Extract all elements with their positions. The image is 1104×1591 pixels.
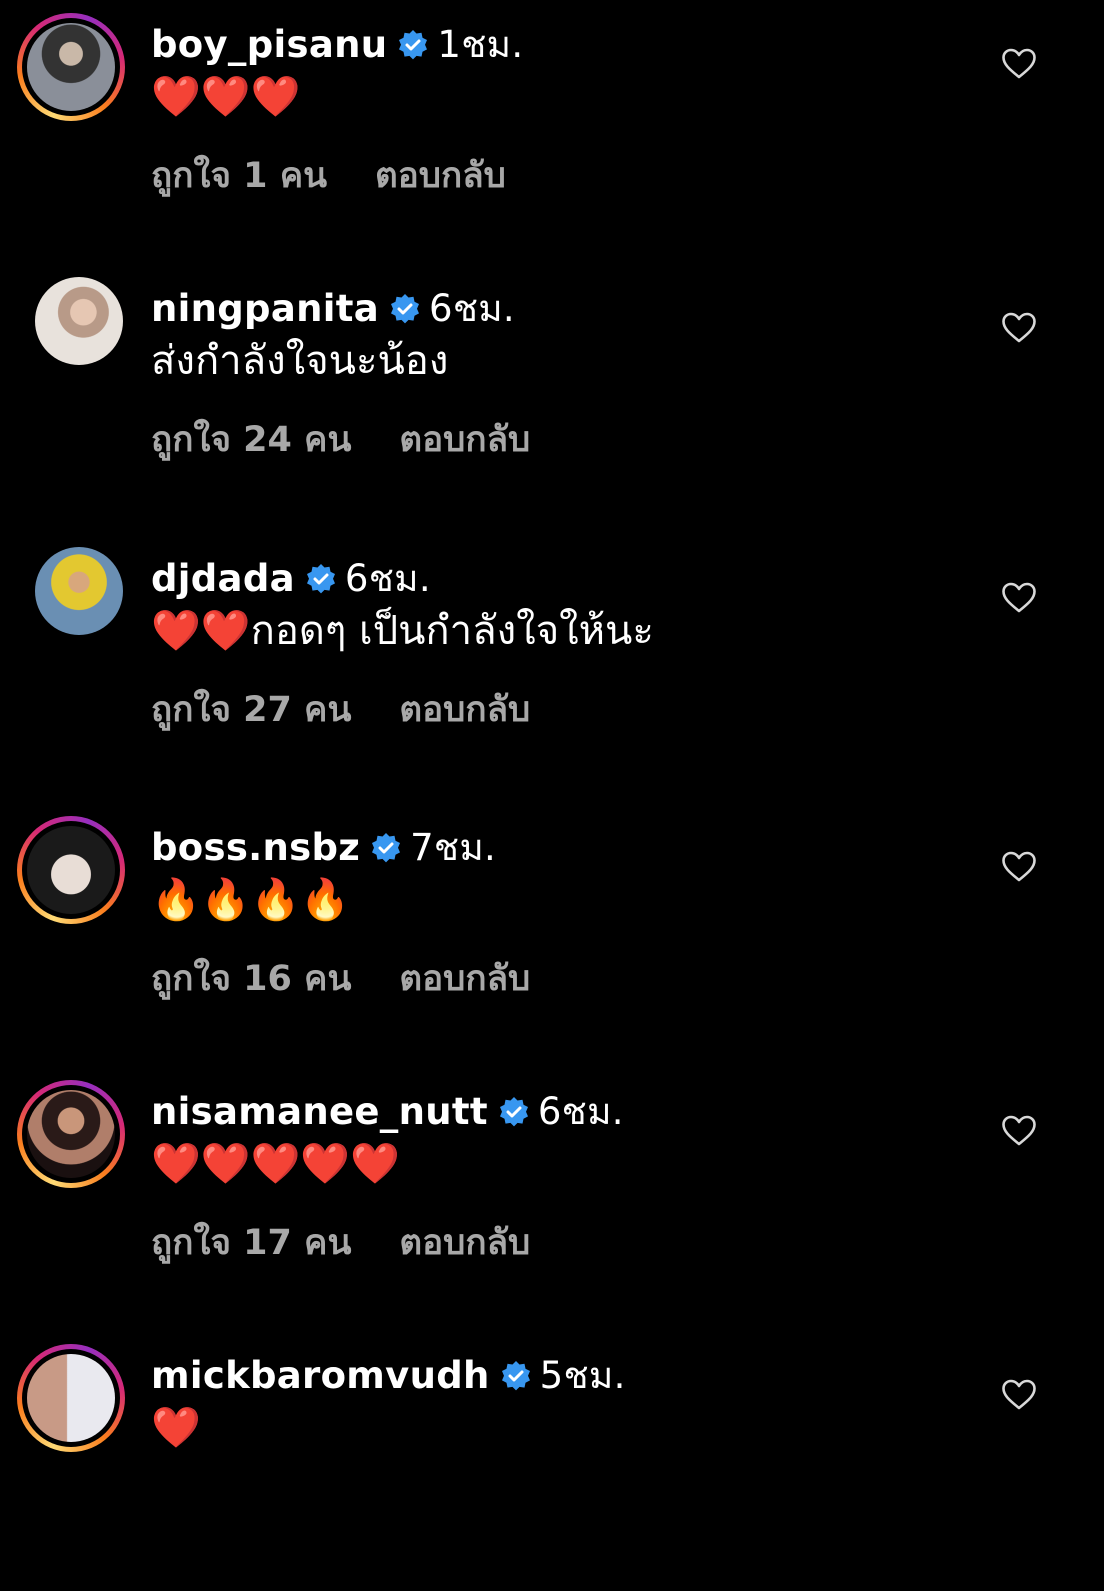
timestamp: 1ชม. bbox=[437, 23, 524, 66]
comment-item: djdada 6ชม. ❤️❤️กอดๆ เป็นกำลังใจให้นะ ถู… bbox=[0, 534, 1104, 794]
heart-outline-icon[interactable] bbox=[1001, 851, 1037, 883]
timestamp: 7ชม. bbox=[410, 826, 497, 869]
comment-meta: ถูกใจ 1 คน ตอบกลับ bbox=[151, 148, 506, 203]
like-count[interactable]: ถูกใจ 17 คน bbox=[151, 1223, 351, 1263]
comment-text: 🔥🔥🔥🔥 bbox=[151, 877, 351, 923]
comment-item: boss.nsbz 7ชม. 🔥🔥🔥🔥 ถูกใจ 16 คน ตอบกลับ bbox=[0, 803, 1104, 1063]
like-count[interactable]: ถูกใจ 16 คน bbox=[151, 959, 351, 999]
comment-meta: ถูกใจ 27 คน ตอบกลับ bbox=[151, 682, 530, 737]
heart-outline-icon[interactable] bbox=[1001, 1379, 1037, 1411]
comment-item: mickbaromvudh 5ชม. ❤️ bbox=[0, 1331, 1104, 1591]
comment-meta: ถูกใจ 16 คน ตอบกลับ bbox=[151, 951, 530, 1006]
comment-text: ส่งกำลังใจนะน้อง bbox=[151, 338, 449, 384]
comment-header: boy_pisanu 1ชม. bbox=[151, 15, 523, 74]
timestamp: 6ชม. bbox=[428, 287, 515, 330]
comment-item: ningpanita 6ชม. ส่งกำลังใจนะน้อง ถูกใจ 2… bbox=[0, 264, 1104, 524]
timestamp: 6ชม. bbox=[344, 557, 431, 600]
heart-outline-icon[interactable] bbox=[1001, 1115, 1037, 1147]
reply-button[interactable]: ตอบกลับ bbox=[399, 959, 530, 999]
comment-header: djdada 6ชม. bbox=[151, 549, 431, 608]
like-count[interactable]: ถูกใจ 1 คน bbox=[151, 156, 327, 196]
comment-text: ❤️❤️❤️ bbox=[151, 74, 301, 120]
reply-button[interactable]: ตอบกลับ bbox=[375, 156, 506, 196]
profile-photo bbox=[27, 1090, 115, 1178]
profile-photo bbox=[27, 23, 115, 111]
timestamp: 5ชม. bbox=[539, 1354, 626, 1397]
username[interactable]: djdada bbox=[151, 557, 295, 600]
like-count[interactable]: ถูกใจ 24 คน bbox=[151, 420, 351, 460]
reply-button[interactable]: ตอบกลับ bbox=[399, 420, 530, 460]
profile-photo bbox=[27, 1354, 115, 1442]
timestamp: 6ชม. bbox=[537, 1090, 624, 1133]
avatar[interactable] bbox=[17, 816, 125, 924]
avatar[interactable] bbox=[17, 13, 125, 121]
comment-item: nisamanee_nutt 6ชม. ❤️❤️❤️❤️❤️ ถูกใจ 17 … bbox=[0, 1067, 1104, 1327]
reply-button[interactable]: ตอบกลับ bbox=[399, 690, 530, 730]
verified-badge-icon bbox=[500, 1360, 532, 1392]
comment-header: nisamanee_nutt 6ชม. bbox=[151, 1082, 624, 1141]
verified-badge-icon bbox=[305, 563, 337, 595]
verified-badge-icon bbox=[389, 293, 421, 325]
heart-outline-icon[interactable] bbox=[1001, 582, 1037, 614]
username[interactable]: ningpanita bbox=[151, 287, 379, 330]
avatar[interactable] bbox=[17, 1344, 125, 1452]
verified-badge-icon bbox=[370, 832, 402, 864]
reply-button[interactable]: ตอบกลับ bbox=[399, 1223, 530, 1263]
avatar[interactable] bbox=[17, 1080, 125, 1188]
heart-outline-icon[interactable] bbox=[1001, 312, 1037, 344]
heart-outline-icon[interactable] bbox=[1001, 48, 1037, 80]
comment-text: ❤️ bbox=[151, 1405, 201, 1451]
comment-item: boy_pisanu 1ชม. ❤️❤️❤️ ถูกใจ 1 คน ตอบกลับ bbox=[0, 0, 1104, 260]
comment-text: ❤️❤️กอดๆ เป็นกำลังใจให้นะ bbox=[151, 608, 654, 654]
comment-header: ningpanita 6ชม. bbox=[151, 279, 515, 338]
comment-meta: ถูกใจ 24 คน ตอบกลับ bbox=[151, 412, 530, 467]
verified-badge-icon bbox=[498, 1096, 530, 1128]
profile-photo bbox=[27, 826, 115, 914]
verified-badge-icon bbox=[397, 29, 429, 61]
comment-header: mickbaromvudh 5ชม. bbox=[151, 1346, 626, 1405]
username[interactable]: nisamanee_nutt bbox=[151, 1090, 488, 1133]
username[interactable]: mickbaromvudh bbox=[151, 1354, 490, 1397]
like-count[interactable]: ถูกใจ 27 คน bbox=[151, 690, 351, 730]
avatar[interactable] bbox=[35, 277, 123, 365]
username[interactable]: boss.nsbz bbox=[151, 826, 360, 869]
comment-meta: ถูกใจ 17 คน ตอบกลับ bbox=[151, 1215, 530, 1270]
comment-text: ❤️❤️❤️❤️❤️ bbox=[151, 1141, 401, 1187]
avatar[interactable] bbox=[35, 547, 123, 635]
username[interactable]: boy_pisanu bbox=[151, 23, 387, 66]
comment-header: boss.nsbz 7ชม. bbox=[151, 818, 496, 877]
